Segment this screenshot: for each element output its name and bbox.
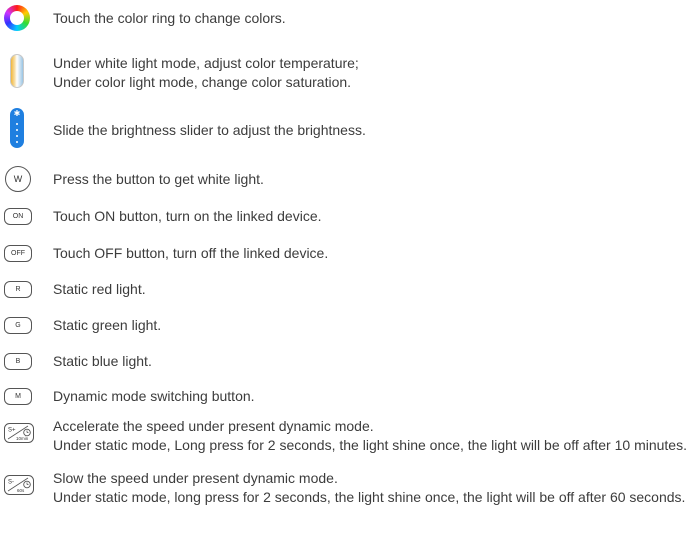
instruction-line: Touch ON button, turn on the linked devi… xyxy=(53,208,322,224)
instruction-text: Under white light mode, adjust color tem… xyxy=(53,54,698,91)
on-button-icon: ON xyxy=(4,208,32,225)
instruction-text: Accelerate the speed under present dynam… xyxy=(53,417,698,454)
speed-up-label: S+ xyxy=(8,428,16,434)
instruction-text: Static blue light. xyxy=(53,352,698,371)
instruction-text: Slow the speed under present dynamic mod… xyxy=(53,469,698,506)
instruction-text: Press the button to get white light. xyxy=(53,170,698,189)
instruction-line: Static green light. xyxy=(53,317,162,333)
instruction-line: Accelerate the speed under present dynam… xyxy=(53,418,374,434)
instruction-color-ring: Touch the color ring to change colors. xyxy=(0,5,700,31)
instruction-text: Slide the brightness slider to adjust th… xyxy=(53,121,698,140)
sun-icon: ✱ xyxy=(13,109,21,118)
instruction-text: Touch the color ring to change colors. xyxy=(53,9,698,28)
timer-label: 60s xyxy=(17,488,25,493)
speed-up-timer-icon: S+ 10min xyxy=(4,423,34,443)
mode-button-icon: M xyxy=(4,388,32,405)
instruction-text: Touch ON button, turn on the linked devi… xyxy=(53,207,698,226)
instruction-line: Touch the color ring to change colors. xyxy=(53,10,286,26)
speed-down-label: S- xyxy=(8,480,14,486)
instruction-line: Under color light mode, change color sat… xyxy=(53,73,352,90)
white-button-icon: W xyxy=(5,166,31,192)
color-ring-icon xyxy=(4,5,30,31)
instruction-line: Slow the speed under present dynamic mod… xyxy=(53,470,338,486)
instruction-line: Static red light. xyxy=(53,281,146,297)
instruction-brightness: ✱ Slide the brightness slider to adjust … xyxy=(0,108,700,148)
instruction-line: Slide the brightness slider to adjust th… xyxy=(53,122,366,138)
instruction-line: Under static mode, Long press for 2 seco… xyxy=(53,436,687,453)
off-button-icon: OFF xyxy=(4,245,32,262)
instruction-text: Static green light. xyxy=(53,316,698,335)
speed-down-timer-icon: S- 60s xyxy=(4,475,34,495)
instruction-text: Static red light. xyxy=(53,280,698,299)
instruction-line: Dynamic mode switching button. xyxy=(53,388,255,404)
instruction-line: Under white light mode, adjust color tem… xyxy=(53,55,359,71)
timer-label: 10min xyxy=(16,436,29,441)
instruction-line: Touch OFF button, turn off the linked de… xyxy=(53,245,329,261)
instruction-line: Static blue light. xyxy=(53,353,152,369)
color-temperature-slider-icon xyxy=(10,54,24,88)
instruction-line: Press the button to get white light. xyxy=(53,171,264,187)
red-button-icon: R xyxy=(4,281,32,298)
blue-button-icon: B xyxy=(4,353,32,370)
green-button-icon: G xyxy=(4,317,32,334)
instruction-line: Under static mode, long press for 2 seco… xyxy=(53,488,686,505)
instruction-text: Dynamic mode switching button. xyxy=(53,387,698,406)
brightness-slider-icon: ✱ xyxy=(10,108,24,148)
instruction-text: Touch OFF button, turn off the linked de… xyxy=(53,244,698,263)
